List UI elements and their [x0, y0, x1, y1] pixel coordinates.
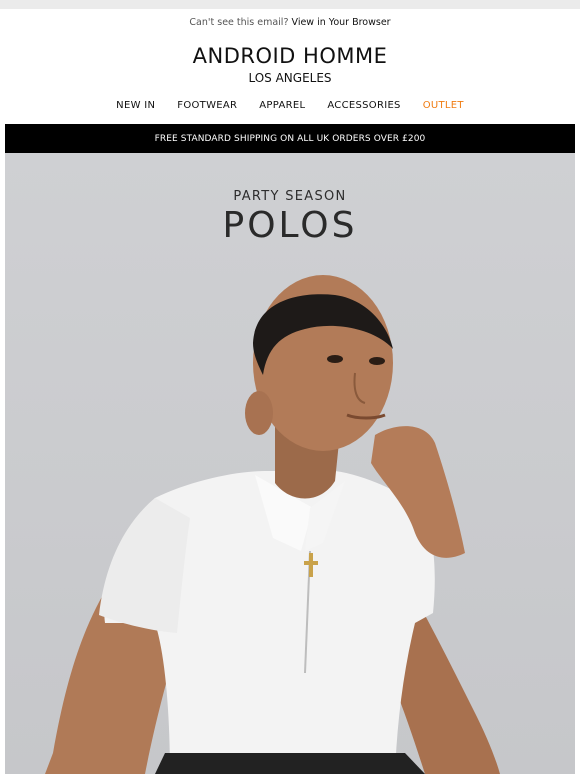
shipping-banner[interactable]: FREE STANDARD SHIPPING ON ALL UK ORDERS …	[5, 124, 575, 153]
preheader-text: Can't see this email?	[189, 17, 289, 28]
main-nav: NEW IN FOOTWEAR APPAREL ACCESSORIES OUTL…	[0, 100, 580, 111]
nav-item-footwear[interactable]: FOOTWEAR	[166, 100, 248, 111]
hero-banner[interactable]: PARTY SEASON POLOS	[5, 153, 575, 774]
nav-item-accessories[interactable]: ACCESSORIES	[316, 100, 411, 111]
preheader: Can't see this email? View in Your Brows…	[0, 17, 580, 28]
nav-item-apparel[interactable]: APPAREL	[248, 100, 316, 111]
view-in-browser-link[interactable]: View in Your Browser	[292, 17, 391, 28]
nav-item-outlet[interactable]: OUTLET	[412, 100, 475, 111]
brand-city: LOS ANGELES	[248, 71, 332, 85]
hero-eyebrow: PARTY SEASON	[233, 189, 347, 204]
nav-item-new-in[interactable]: NEW IN	[105, 100, 166, 111]
brand-logo[interactable]: ANDROID HOMME LOS ANGELES	[0, 44, 580, 85]
brand-name: ANDROID HOMME	[192, 44, 388, 68]
top-strip	[0, 0, 580, 9]
hero-headline: POLOS	[222, 205, 358, 246]
hero-model-illustration	[45, 275, 500, 774]
